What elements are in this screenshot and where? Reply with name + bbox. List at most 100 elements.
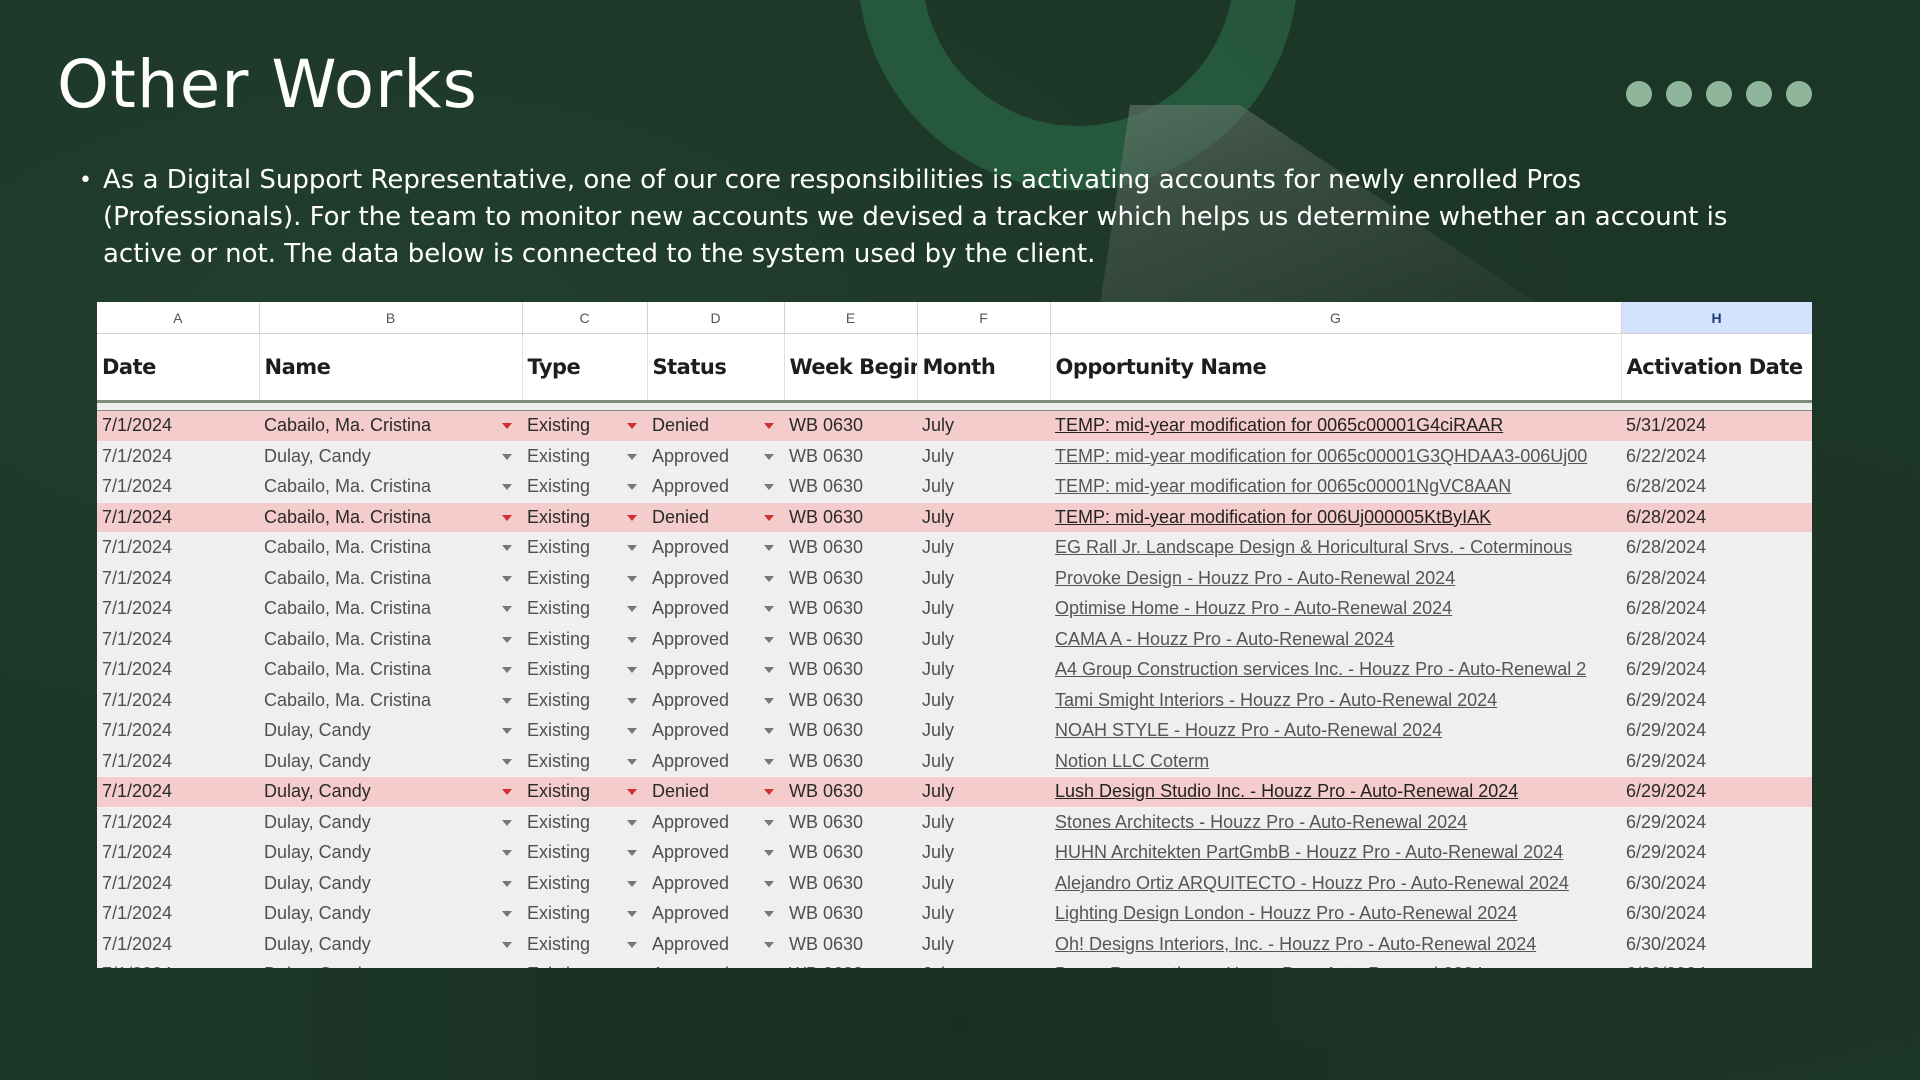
table-row[interactable]: 7/1/2024Dulay, Candy Existing Approved WB 0…	[97, 746, 1812, 777]
cell-date[interactable]: 7/1/2024	[97, 837, 259, 869]
dropdown-caret-icon[interactable]	[502, 728, 512, 734]
cell-opportunity[interactable]: Tami Smight Interiors - Houzz Pro - Auto…	[1050, 685, 1621, 716]
opportunity-link[interactable]: Stones Architects - Houzz Pro - Auto-Ren…	[1055, 812, 1467, 832]
cell-opportunity[interactable]: A4 Group Construction services Inc. - Ho…	[1050, 654, 1621, 686]
cell-name[interactable]: Cabailo, Ma. Cristina	[259, 685, 522, 716]
cell-month[interactable]: July	[917, 441, 1050, 472]
cell-type[interactable]: Existing	[522, 959, 647, 968]
cell-status[interactable]: Approved	[647, 837, 784, 869]
cell-month[interactable]: July	[917, 929, 1050, 960]
cell-month[interactable]: July	[917, 654, 1050, 686]
cell-week[interactable]: WB 0630	[784, 959, 917, 968]
cell-activation[interactable]: 6/28/2024	[1621, 593, 1812, 625]
cell-date[interactable]: 7/1/2024	[97, 532, 259, 564]
dropdown-caret-icon[interactable]	[627, 819, 637, 826]
cell-status[interactable]: Approved	[647, 868, 784, 899]
dropdown-caret-icon[interactable]	[627, 453, 637, 460]
dropdown-caret-icon[interactable]	[502, 819, 512, 826]
cell-status[interactable]: Denied	[647, 502, 784, 533]
cell-activation[interactable]: 6/29/2024	[1621, 776, 1812, 808]
table-row[interactable]: 7/1/2024Dulay, Candy Existing Approved WB 0…	[97, 807, 1812, 838]
table-row[interactable]: 7/1/2024Dulay, Candy Existing Approved WB 0…	[97, 868, 1812, 899]
cell-date[interactable]: 7/1/2024	[97, 929, 259, 960]
cell-activation[interactable]: 6/28/2024	[1621, 502, 1812, 533]
cell-type[interactable]: Existing	[522, 502, 647, 533]
opportunity-link[interactable]: TEMP: mid-year modification for 0065c000…	[1055, 476, 1511, 496]
cell-name[interactable]: Cabailo, Ma. Cristina	[259, 502, 522, 533]
cell-date[interactable]: 7/1/2024	[97, 868, 259, 899]
cell-type[interactable]: Existing	[522, 563, 647, 594]
dropdown-caret-icon[interactable]	[627, 941, 637, 948]
cell-status[interactable]: Denied	[647, 776, 784, 808]
dropdown-caret-icon[interactable]	[627, 789, 637, 795]
dropdown-caret-icon[interactable]	[764, 789, 774, 795]
cell-status[interactable]: Approved	[647, 471, 784, 503]
cell-month[interactable]: July	[917, 807, 1050, 838]
opportunity-link[interactable]: Optimise Home - Houzz Pro - Auto-Renewal…	[1055, 598, 1452, 618]
dropdown-caret-icon[interactable]	[502, 758, 512, 765]
column-letter-g[interactable]: G	[1050, 302, 1622, 334]
cell-week[interactable]: WB 0630	[784, 563, 917, 594]
cell-week[interactable]: WB 0630	[784, 898, 917, 930]
cell-week[interactable]: WB 0630	[784, 868, 917, 899]
dropdown-caret-icon[interactable]	[764, 850, 774, 856]
table-row[interactable]: 7/1/2024 Cabailo, Ma. Cristina Existing App…	[97, 685, 1812, 716]
cell-opportunity[interactable]: Stones Architects - Houzz Pro - Auto-Ren…	[1050, 807, 1621, 838]
dropdown-caret-icon[interactable]	[764, 728, 774, 734]
opportunity-link[interactable]: Lighting Design London - Houzz Pro - Aut…	[1055, 903, 1517, 923]
cell-activation[interactable]: 6/30/2024	[1621, 898, 1812, 930]
table-row[interactable]: 7/1/2024 Dulay, Candy Existing Denied WB 063…	[97, 776, 1812, 808]
cell-type[interactable]: Existing	[522, 776, 647, 808]
cell-activation[interactable]: 6/29/2024	[1621, 746, 1812, 777]
dropdown-caret-icon[interactable]	[764, 697, 774, 704]
cell-month[interactable]: July	[917, 563, 1050, 594]
dropdown-caret-icon[interactable]	[502, 789, 512, 795]
dropdown-caret-icon[interactable]	[502, 423, 512, 429]
dropdown-caret-icon[interactable]	[764, 911, 774, 917]
cell-date[interactable]: 7/1/2024	[97, 593, 259, 625]
cell-date[interactable]: 7/1/2024	[97, 410, 259, 442]
cell-activation[interactable]: 6/28/2024	[1621, 532, 1812, 564]
cell-opportunity[interactable]: Provoke Design - Houzz Pro - Auto-Renewa…	[1050, 563, 1621, 594]
table-row[interactable]: 7/1/2024 Cabailo, Ma. Cristina Existing Den…	[97, 410, 1812, 442]
table-row[interactable]: 7/1/2024Dulay, Candy Existing Approved WB 0…	[97, 441, 1812, 472]
cell-activation[interactable]: 6/28/2024	[1621, 471, 1812, 503]
table-row[interactable]: 7/1/2024 Cabailo, Ma. Cristina Existing App…	[97, 593, 1812, 625]
cell-type[interactable]: Existing	[522, 471, 647, 503]
cell-opportunity[interactable]: Optimise Home - Houzz Pro - Auto-Renewal…	[1050, 593, 1621, 625]
cell-month[interactable]: July	[917, 532, 1050, 564]
cell-week[interactable]: WB 0630	[784, 837, 917, 869]
table-row[interactable]: 7/1/2024Dulay, Candy Existing Approved WB 0…	[97, 715, 1812, 747]
cell-month[interactable]: July	[917, 593, 1050, 625]
cell-type[interactable]: Existing	[522, 868, 647, 899]
cell-activation[interactable]: 6/28/2024	[1621, 624, 1812, 655]
cell-name[interactable]: Dulay, Candy	[259, 929, 522, 960]
dropdown-caret-icon[interactable]	[502, 484, 512, 490]
cell-status[interactable]: Denied	[647, 410, 784, 442]
dropdown-caret-icon[interactable]	[764, 423, 774, 429]
cell-week[interactable]: WB 0630	[784, 685, 917, 716]
table-row[interactable]: 7/1/2024 Cabailo, Ma. Cristina Existing App…	[97, 532, 1812, 564]
cell-type[interactable]: Existing	[522, 593, 647, 625]
cell-date[interactable]: 7/1/2024	[97, 624, 259, 655]
opportunity-link[interactable]: TEMP: mid-year modification for 0065c000…	[1055, 446, 1587, 466]
cell-status[interactable]: Approved	[647, 898, 784, 930]
dropdown-caret-icon[interactable]	[764, 880, 774, 887]
cell-name[interactable]: Dulay, Candy	[259, 898, 522, 930]
cell-month[interactable]: July	[917, 959, 1050, 968]
cell-date[interactable]: 7/1/2024	[97, 715, 259, 747]
cell-week[interactable]: WB 0630	[784, 532, 917, 564]
dropdown-caret-icon[interactable]	[502, 545, 512, 551]
cell-date[interactable]: 7/1/2024	[97, 685, 259, 716]
cell-opportunity[interactable]: Oh! Designs Interiors, Inc. - Houzz Pro …	[1050, 929, 1621, 960]
cell-week[interactable]: WB 0630	[784, 746, 917, 777]
cell-week[interactable]: WB 0630	[784, 593, 917, 625]
cell-status[interactable]: Approved	[647, 746, 784, 777]
dropdown-caret-icon[interactable]	[627, 484, 637, 490]
cell-date[interactable]: 7/1/2024	[97, 746, 259, 777]
cell-week[interactable]: WB 0630	[784, 441, 917, 472]
cell-activation[interactable]: 5/31/2024	[1621, 410, 1812, 442]
dropdown-caret-icon[interactable]	[764, 545, 774, 551]
dropdown-caret-icon[interactable]	[627, 575, 637, 582]
cell-status[interactable]: Approved	[647, 441, 784, 472]
